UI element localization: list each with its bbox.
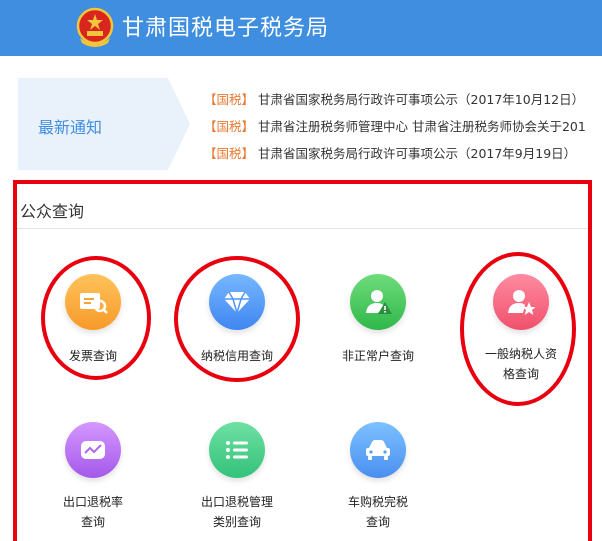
- notice-item[interactable]: 【国税】 甘肃省国家税务局行政许可事项公示（2017年9月19日）: [204, 144, 602, 170]
- highlight-ellipse: [41, 256, 151, 380]
- highlight-ellipse: [174, 256, 300, 382]
- site-header: 甘肃国税电子税务局: [0, 0, 602, 56]
- panel-title: 公众查询: [20, 202, 85, 221]
- tile-label: 非正常户查询: [341, 349, 414, 363]
- notice-label: 最新通知: [38, 118, 103, 137]
- tile-label-line1: 出口退税率: [62, 495, 123, 509]
- tile-label: 出口退税管理 类别查询: [172, 492, 302, 532]
- tile-label-line2: 查询: [365, 515, 390, 529]
- latest-notice-section: 最新通知 【国税】 甘肃省国家税务局行政许可事项公示（2017年10月12日） …: [18, 78, 602, 170]
- site-title: 甘肃国税电子税务局: [122, 16, 330, 41]
- notice-link[interactable]: 甘肃省注册税务师管理中心 甘肃省注册税务师协会关于201: [258, 119, 586, 134]
- tile-label-line1: 车购税完税: [347, 495, 408, 509]
- notice-link[interactable]: 甘肃省国家税务局行政许可事项公示（2017年10月12日）: [258, 92, 584, 107]
- notice-label-box: 最新通知: [18, 78, 168, 170]
- notice-tag: 【国税】: [204, 92, 255, 107]
- panel-divider: [17, 228, 588, 229]
- abnormal-account-query-tile[interactable]: 非正常户查询: [313, 274, 443, 366]
- notice-item[interactable]: 【国税】 甘肃省国家税务局行政许可事项公示（2017年10月12日）: [204, 90, 602, 117]
- tile-label: 出口退税率 查询: [28, 492, 158, 532]
- export-rebate-category-query-tile[interactable]: 出口退税管理 类别查询: [172, 422, 302, 532]
- tile-label-line1: 出口退税管理: [200, 495, 273, 509]
- notice-item[interactable]: 【国税】 甘肃省注册税务师管理中心 甘肃省注册税务师协会关于201: [204, 117, 602, 144]
- notice-arrow: [168, 78, 190, 170]
- car-icon: [350, 422, 406, 478]
- national-emblem-icon: [76, 7, 114, 47]
- export-rebate-rate-query-tile[interactable]: 出口退税率 查询: [28, 422, 158, 532]
- highlight-ellipse: [460, 252, 576, 406]
- notice-list: 【国税】 甘肃省国家税务局行政许可事项公示（2017年10月12日） 【国税】 …: [204, 90, 602, 170]
- notice-tag: 【国税】: [204, 146, 255, 161]
- trend-chart-icon: [65, 422, 121, 478]
- notice-tag: 【国税】: [204, 119, 255, 134]
- tile-label-line2: 查询: [80, 515, 105, 529]
- list-icon: [209, 422, 265, 478]
- tile-label: 车购税完税 查询: [313, 492, 443, 532]
- user-warning-icon: [350, 274, 406, 330]
- vehicle-tax-query-tile[interactable]: 车购税完税 查询: [313, 422, 443, 532]
- tile-label-line2: 类别查询: [212, 515, 261, 529]
- public-query-panel: 公众查询 发票查询 纳税信用查询 非正常户查询 一般纳税人资 格查询 出口退税率…: [13, 180, 592, 541]
- notice-link[interactable]: 甘肃省国家税务局行政许可事项公示（2017年9月19日）: [258, 146, 576, 161]
